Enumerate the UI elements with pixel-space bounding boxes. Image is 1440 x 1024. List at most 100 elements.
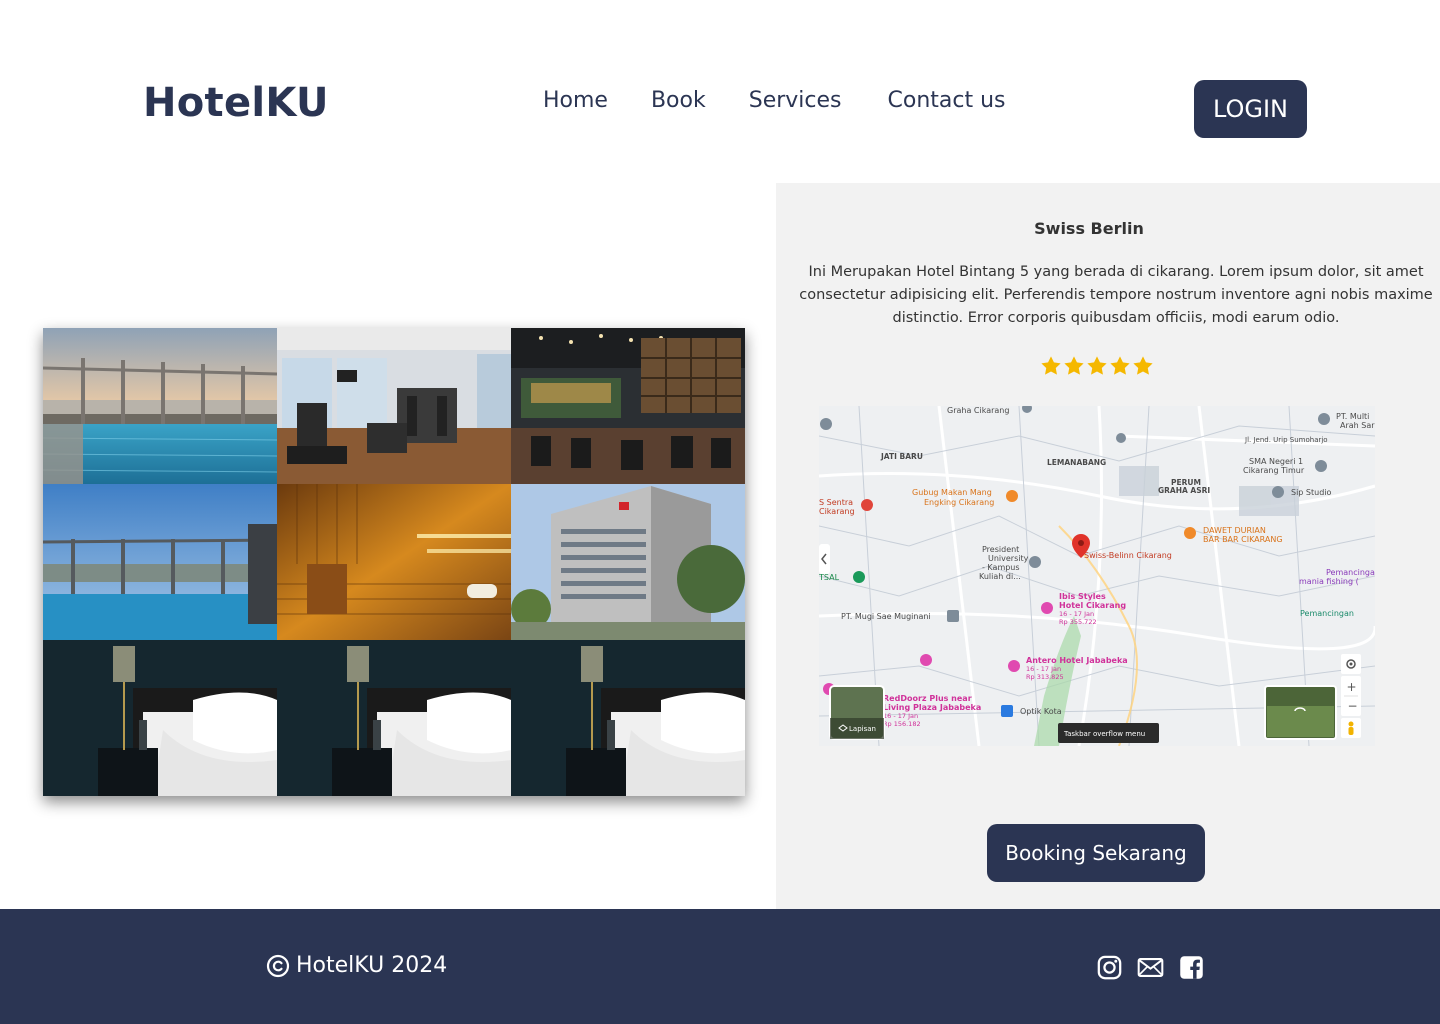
map-poi-icon[interactable] — [1008, 660, 1020, 672]
map-label: RedDoorz Plus near — [883, 694, 972, 703]
map-label: S Sentra — [819, 498, 853, 507]
gallery-image-bedroom[interactable] — [43, 640, 277, 796]
gallery-image-rooftop-pool-day[interactable] — [43, 484, 277, 640]
map-label: LEMANABANG — [1047, 458, 1106, 467]
map-label: Kuliah di... — [979, 572, 1021, 581]
map-label: President — [982, 545, 1019, 554]
map-label: BAR BAR CIKARANG — [1203, 535, 1283, 544]
map-poi-icon[interactable] — [947, 610, 959, 622]
map-label: University — [988, 554, 1029, 563]
logo[interactable]: HotelKU — [143, 80, 329, 126]
map-label: Sip Studio — [1291, 488, 1332, 497]
footer: HotelKU 2024 — [0, 909, 1440, 1024]
nav-services[interactable]: Services — [749, 88, 842, 113]
map-layers-button[interactable]: Lapisan — [829, 685, 885, 740]
map-label: Optik Kota — [1020, 707, 1062, 716]
map-label: PT. Mugi Sae Muginani — [841, 612, 931, 621]
map-label: JATI BARU — [880, 452, 923, 461]
map-poi-icon[interactable] — [1029, 556, 1041, 568]
map-locate-button[interactable] — [1341, 654, 1361, 674]
gallery-image-rooftop-pool[interactable] — [43, 328, 277, 484]
map-label: mania fishing ( — [1299, 577, 1359, 586]
map-poi-icon[interactable] — [1272, 486, 1284, 498]
zoom-in-button[interactable]: + — [1347, 680, 1357, 694]
booking-button[interactable]: Booking Sekarang — [987, 824, 1205, 882]
login-button[interactable]: LOGIN — [1194, 80, 1307, 138]
location-map[interactable]: Graha Cikarang JATI BARU LEMANABANG PERU… — [819, 406, 1375, 746]
map-label: 16 - 17 Jan — [1026, 665, 1061, 673]
copyright-text: HotelKU 2024 — [296, 953, 448, 978]
mail-icon[interactable] — [1137, 954, 1164, 981]
map-label: 16 - 17 Jan — [1059, 610, 1094, 618]
map-label: 16 - 17 Jan — [883, 712, 918, 720]
gallery-image-bedroom[interactable] — [511, 640, 745, 796]
map-poi-icon[interactable] — [1184, 527, 1196, 539]
map-label: Pemancingan — [1326, 568, 1375, 577]
nav-contact-us[interactable]: Contact us — [888, 88, 1006, 113]
zoom-controls: + − — [1341, 676, 1361, 716]
street-view-thumbnail[interactable] — [1264, 685, 1337, 740]
tooltip-label: Taskbar overflow menu — [1063, 730, 1145, 738]
map-label: Engking Cikarang — [924, 498, 994, 507]
star-icon — [1087, 356, 1107, 375]
copyright: HotelKU 2024 — [266, 953, 447, 978]
map-poi-icon[interactable] — [1001, 705, 1013, 717]
map-poi-icon[interactable] — [1318, 413, 1330, 425]
pegman-icon[interactable] — [1341, 718, 1361, 738]
gallery-image-hotel-building[interactable] — [511, 484, 745, 640]
map-label: Hotel Cikarang — [1059, 601, 1126, 610]
gallery-image-sauna[interactable] — [277, 484, 511, 640]
map-poi-icon[interactable] — [1006, 490, 1018, 502]
map-label: GRAHA ASRI — [1158, 486, 1210, 495]
hotel-description: Ini Merupakan Hotel Bintang 5 yang berad… — [799, 264, 1433, 326]
star-icon — [1064, 356, 1084, 375]
social-links — [1096, 954, 1205, 981]
copyright-icon — [266, 954, 290, 977]
map-collapse-handle[interactable] — [819, 544, 830, 574]
map-label: Graha Cikarang — [947, 406, 1009, 415]
map-label: Cikarang — [819, 507, 855, 516]
map-label: DAWET DURIAN — [1203, 526, 1266, 535]
gallery-image-bar-restaurant[interactable] — [511, 328, 745, 484]
map-poi-icon[interactable] — [1116, 433, 1126, 443]
map-label: Jl. Jend. Urip Sumoharjo — [1244, 436, 1328, 444]
map-poi-icon[interactable] — [1315, 460, 1327, 472]
facebook-icon[interactable] — [1178, 954, 1205, 981]
hotel-detail-panel: Swiss Berlin Ini Merupakan Hotel Bintang… — [776, 183, 1440, 909]
map-poi-icon[interactable] — [853, 571, 865, 583]
gallery-image-gym[interactable] — [277, 328, 511, 484]
zoom-out-button[interactable]: − — [1348, 699, 1358, 713]
map-poi-icon[interactable] — [920, 654, 932, 666]
map-label: Rp 156.182 — [883, 720, 921, 728]
map-label: Rp 355.722 — [1059, 618, 1097, 626]
map-label: PT. Multi — [1336, 412, 1369, 421]
map-poi-icon[interactable] — [1041, 602, 1053, 614]
main-nav: Home Book Services Contact us — [543, 88, 1006, 113]
gallery-image-bedroom[interactable] — [277, 640, 511, 796]
nav-book[interactable]: Book — [651, 88, 706, 113]
photo-gallery — [43, 328, 745, 796]
map-label: Swiss-Belinn Cikarang — [1084, 551, 1172, 560]
map-tooltip: Taskbar overflow menu — [1058, 723, 1159, 743]
map-label: Antero Hotel Jababeka — [1026, 656, 1128, 665]
map-label: - Kampus — [982, 563, 1020, 572]
map-poi-icon[interactable] — [820, 418, 832, 430]
map-label: TSAL — [819, 573, 840, 582]
map-label: SMA Negeri 1 — [1249, 457, 1303, 466]
map-label: Living Plaza Jababeka — [883, 703, 981, 712]
map-label: Gubug Makan Mang — [912, 488, 992, 497]
map-label: Ibis Styles — [1059, 592, 1106, 601]
hotel-name: Swiss Berlin — [1034, 219, 1144, 238]
map-label: Arah Sar — [1340, 421, 1375, 430]
map-layers-label: Lapisan — [849, 725, 876, 733]
nav-home[interactable]: Home — [543, 88, 608, 113]
map-label: Pemancingan — [1300, 609, 1354, 618]
map-label: Rp 313.825 — [1026, 673, 1064, 681]
star-icon — [1133, 356, 1153, 375]
star-icon — [1110, 356, 1130, 375]
star-rating — [1040, 355, 1154, 377]
map-label: Cikarang Timur — [1243, 466, 1305, 475]
star-icon — [1041, 356, 1061, 375]
map-poi-icon[interactable] — [861, 499, 873, 511]
instagram-icon[interactable] — [1096, 954, 1123, 981]
